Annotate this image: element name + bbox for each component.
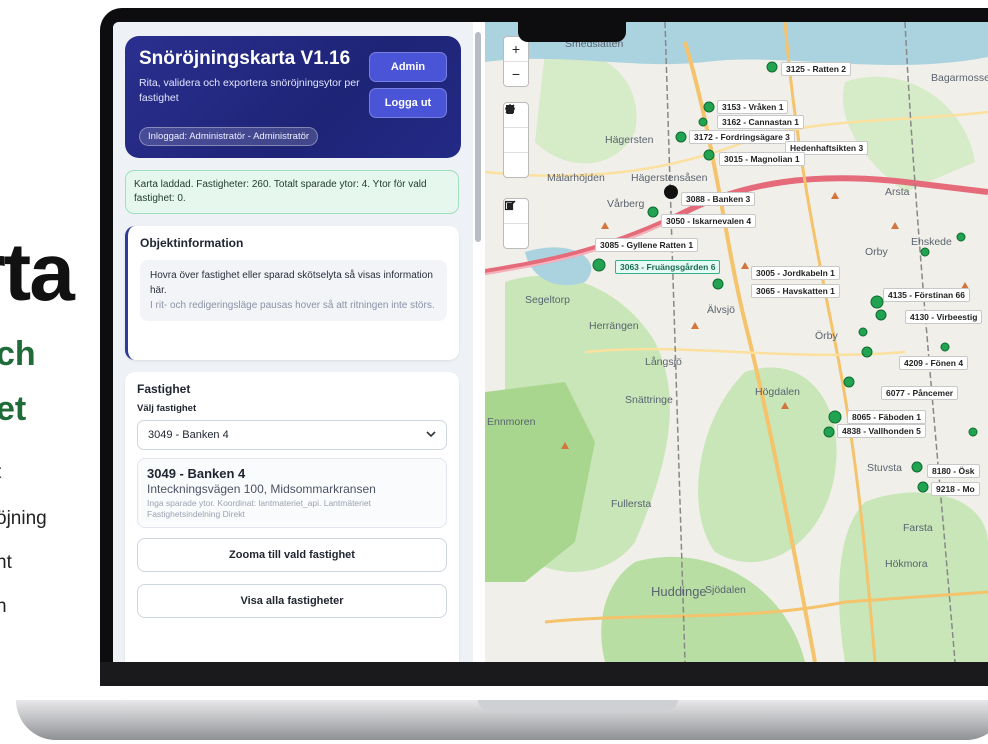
- show-all-properties-button[interactable]: Visa alla fastigheter: [137, 584, 447, 618]
- property-meta: Inga sparade ytor. Koordinat: lantmateri…: [147, 498, 371, 519]
- promo-line-1: t: [0, 462, 1, 484]
- property-name: 3049 - Banken 4: [147, 466, 246, 481]
- map-property-label[interactable]: 4135 - Förstinan 66: [883, 288, 971, 302]
- map-property-label[interactable]: 8180 - Ösk: [927, 464, 980, 478]
- map-property-label[interactable]: 4130 - Virbeestig: [905, 310, 983, 324]
- map-view[interactable]: Smedslätten Hägersten Mälarhöjden Hägers…: [485, 22, 988, 662]
- app-header: Snöröjningskarta V1.16 Rita, validera oc…: [125, 36, 461, 158]
- map-property-label[interactable]: 9218 - Mo: [931, 482, 980, 496]
- property-card: Fastighet Välj fastighet 3049 - Banken 4…: [125, 372, 459, 662]
- map-property-label[interactable]: 4209 - Fönen 4: [899, 356, 969, 370]
- map-property-label[interactable]: 3153 - Vråken 1: [717, 100, 789, 114]
- delete-layers-icon[interactable]: [504, 201, 528, 248]
- laptop-chin: [100, 662, 988, 686]
- place-label: Hägerstensåsen: [631, 172, 708, 184]
- map-property-label[interactable]: 3065 - Havskatten 1: [751, 284, 840, 298]
- place-label: Högdalen: [755, 386, 800, 398]
- object-info-card: Objektinformation Hovra över fastighet e…: [125, 226, 459, 360]
- sidebar-scrollbar[interactable]: [475, 32, 481, 652]
- place-label: Stuvsta: [867, 462, 903, 474]
- place-label: Örby: [815, 330, 838, 342]
- map-property-label[interactable]: 3085 - Gyllene Ratten 1: [595, 238, 699, 252]
- place-label: Vårberg: [607, 198, 645, 210]
- map-property-label-selected[interactable]: 3063 - Fruängsgården 6: [615, 260, 721, 274]
- object-info-heading: Objektinformation: [140, 236, 244, 250]
- chevron-down-icon: [426, 429, 436, 441]
- promo-title: rta: [0, 227, 75, 318]
- place-label: Herrängen: [589, 320, 639, 332]
- property-select[interactable]: 3049 - Banken 4: [137, 420, 447, 450]
- place-label: Enskede: [911, 236, 952, 248]
- place-label: Orby: [865, 246, 888, 258]
- place-label: Hägersten: [605, 134, 654, 146]
- property-details: 3049 - Banken 4 Inteckningsvägen 100, Mi…: [137, 458, 447, 528]
- map-property-label[interactable]: 3125 - Ratten 2: [781, 62, 851, 76]
- zoom-to-property-button[interactable]: Zooma till vald fastighet: [137, 538, 447, 572]
- property-address: Inteckningsvägen 100, Midsommarkransen: [147, 482, 376, 496]
- object-info-note: I rit- och redigeringsläge pausas hover …: [150, 300, 435, 311]
- place-label: Sjödalen: [705, 584, 746, 596]
- status-message: Karta laddad. Fastigheter: 260. Totalt s…: [125, 170, 459, 214]
- map-property-label[interactable]: 3015 - Magnolian 1: [719, 152, 805, 166]
- zoom-out-button[interactable]: −: [504, 62, 528, 86]
- place-label: Älvsjö: [707, 304, 736, 316]
- draw-rectangle-icon[interactable]: [504, 105, 528, 177]
- promo-line-2: öjning: [0, 508, 47, 529]
- edit-toolbar: [503, 198, 529, 249]
- logout-button[interactable]: Logga ut: [369, 88, 447, 118]
- promo-green-2: et: [0, 390, 27, 428]
- place-label: Snättringe: [625, 394, 673, 406]
- camera-notch: [518, 18, 626, 42]
- place-label: Mälarhöjden: [547, 172, 605, 184]
- place-label: Farsta: [903, 522, 933, 534]
- map-property-label[interactable]: 4838 - Vallhonden 5: [837, 424, 926, 438]
- place-label: Hökmora: [885, 558, 928, 570]
- place-label: Arsta: [885, 186, 910, 198]
- place-label: Långsjö: [645, 356, 682, 368]
- laptop-base-lip: [478, 700, 678, 710]
- app-subtitle: Rita, validera och exportera snöröjnings…: [139, 77, 360, 104]
- place-label: Segeltorp: [525, 294, 570, 306]
- map-property-label[interactable]: 6077 - Påncemer: [881, 386, 959, 400]
- map-property-label[interactable]: 3005 - Jordkabeln 1: [751, 266, 840, 280]
- sidebar: Snöröjningskarta V1.16 Rita, validera oc…: [113, 22, 473, 662]
- zoom-control: + −: [503, 36, 529, 87]
- property-heading: Fastighet: [137, 382, 191, 396]
- object-info-box: Hovra över fastighet eller sparad skötse…: [140, 260, 447, 321]
- promo-line-3: nt: [0, 552, 12, 573]
- admin-button[interactable]: Admin: [369, 52, 447, 82]
- draw-toolbar: [503, 102, 529, 178]
- map-property-label[interactable]: 3162 - Cannastan 1: [717, 115, 805, 129]
- promo-green-1: ch: [0, 335, 36, 373]
- place-label: Ennmoren: [487, 416, 536, 428]
- logged-in-badge: Inloggad: Administratör - Administratör: [139, 127, 319, 146]
- place-label: Huddinge: [651, 584, 707, 599]
- map-property-label[interactable]: 3172 - Fordringsägare 3: [689, 130, 795, 144]
- promo-line-4: h: [0, 596, 7, 617]
- map-property-label[interactable]: 3050 - Iskarnevalen 4: [661, 214, 757, 228]
- scrollbar-thumb[interactable]: [475, 32, 481, 242]
- app-screen: Snöröjningskarta V1.16 Rita, validera oc…: [113, 22, 988, 662]
- draw-polygon-icon[interactable]: [504, 104, 528, 153]
- map-property-label[interactable]: 8065 - Fäboden 1: [847, 410, 926, 424]
- map-property-label[interactable]: 3088 - Banken 3: [681, 192, 756, 206]
- place-label: Bagarmossen: [931, 72, 988, 84]
- object-info-hint: Hovra över fastighet eller sparad skötse…: [150, 270, 433, 296]
- property-select-label: Välj fastighet: [137, 403, 197, 414]
- place-label: Fullersta: [611, 498, 652, 510]
- property-select-value: 3049 - Banken 4: [148, 429, 229, 441]
